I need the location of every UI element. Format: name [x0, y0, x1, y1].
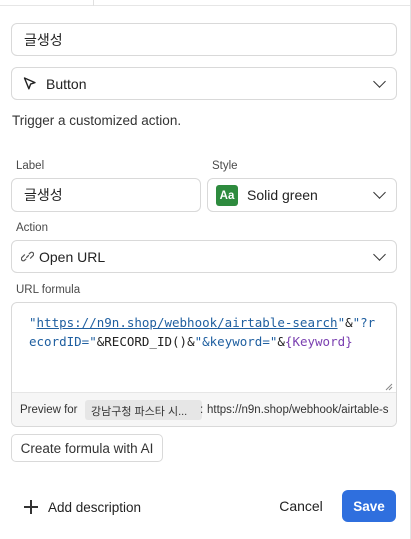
action-select[interactable]: Open URL — [11, 240, 397, 273]
formula-url-token: https://n9n.shop/webhook/airtable-search — [36, 315, 338, 330]
formula-operator: & — [187, 334, 195, 349]
label-field-label: Label — [16, 160, 45, 172]
formula-token: " — [337, 315, 346, 330]
link-icon — [20, 250, 35, 266]
formula-preview-bar: Preview for 강남구청 파스타 시... : https://n9n.… — [12, 392, 396, 426]
cancel-button[interactable]: Cancel — [271, 491, 331, 521]
preview-label: Preview for — [20, 404, 78, 416]
preview-separator: : — [200, 404, 204, 416]
formula-field-token: {Keyword} — [284, 334, 353, 349]
add-description-label: Add description — [48, 499, 142, 515]
formula-string-token: "&keyword=" — [194, 334, 278, 349]
style-field-label: Style — [212, 160, 238, 172]
create-formula-ai-button[interactable]: Create formula with AI — [11, 434, 163, 462]
top-border — [0, 0, 411, 6]
field-type-value: Button — [46, 75, 87, 92]
formula-function-token: RECORD_ID() — [104, 334, 188, 349]
action-value: Open URL — [39, 248, 106, 265]
preview-record-select[interactable]: 강남구청 파스타 시... — [85, 400, 202, 420]
divider — [93, 0, 94, 6]
button-label-value: 글생성 — [24, 187, 63, 203]
formula-code[interactable]: "https://n9n.shop/webhook/airtable-searc… — [29, 313, 379, 351]
field-name-input[interactable]: 글생성 — [11, 23, 397, 56]
save-button[interactable]: Save — [342, 490, 396, 522]
formula-operator: & — [345, 315, 353, 330]
url-formula-label: URL formula — [16, 284, 81, 296]
add-description-button[interactable]: Add description — [24, 496, 141, 518]
button-style-value: Solid green — [247, 187, 318, 203]
chevron-down-icon — [373, 74, 386, 88]
cursor-arrow-icon — [22, 76, 38, 95]
plus-icon — [24, 500, 38, 514]
url-formula-editor[interactable]: "https://n9n.shop/webhook/airtable-searc… — [11, 302, 397, 427]
button-label-input[interactable]: 글생성 — [11, 178, 201, 212]
field-type-select[interactable]: Button — [11, 67, 397, 100]
action-field-label: Action — [16, 222, 48, 234]
style-swatch-icon: Aa — [216, 185, 238, 206]
formula-operator: & — [277, 334, 285, 349]
chevron-down-icon — [373, 247, 386, 261]
button-style-select[interactable]: Aa Solid green — [207, 178, 397, 212]
field-type-description: Trigger a customized action. — [12, 113, 182, 128]
chevron-down-icon — [373, 186, 386, 199]
formula-token: " — [29, 315, 37, 330]
field-name-value: 글생성 — [24, 31, 63, 48]
preview-url: https://n9n.shop/webhook/airtable-s — [207, 404, 389, 416]
resize-handle-icon[interactable] — [385, 378, 393, 391]
